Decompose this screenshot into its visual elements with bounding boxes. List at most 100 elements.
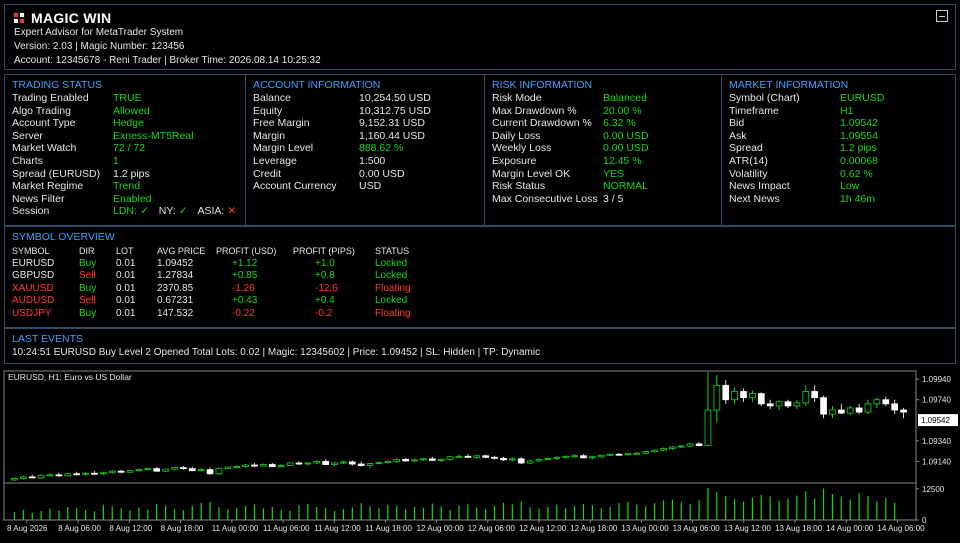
risk_info-value: 0.00 USD (603, 142, 649, 155)
y-tick-label: 1.09340 (922, 437, 951, 446)
cell-dir: Buy (79, 307, 97, 319)
market_info-value: 0.62 % (840, 167, 873, 180)
market_info-row: Symbol (Chart) EURUSD (729, 92, 954, 105)
candle-body (286, 462, 294, 466)
price-chart[interactable]: EURUSD, H1: Euro vs US Dollar 1.09940 1.09… (0, 369, 960, 540)
x-tick-label: 8 Aug 18:00 (161, 524, 204, 533)
account_info-row: Leverage 1:500 (253, 155, 483, 168)
candle-body (491, 456, 498, 459)
column-header: STATUS (375, 246, 410, 256)
account_info-label: Balance (253, 92, 291, 104)
candle-body (455, 455, 463, 458)
candlestick-chart-svg[interactable]: EURUSD, H1: Euro vs US Dollar 1.09940 1.09… (0, 369, 960, 540)
trading_status-label: Spread (EURUSD) (12, 167, 101, 180)
candle-body (731, 391, 738, 401)
candle-body (589, 456, 596, 459)
candle-body (624, 453, 632, 456)
market_info-row: Ask 1.09554 (729, 130, 954, 143)
candle-body (846, 407, 854, 414)
cell-lot: 0.01 (116, 307, 136, 319)
symbol-row[interactable]: EURUSD Buy 0.01 1.09452 +1.12 +1.0 Locked (12, 258, 435, 271)
cell-symbol: EURUSD (12, 257, 55, 269)
candle-body (46, 474, 54, 477)
candle-body (660, 448, 667, 451)
account-info-title: ACCOUNT INFORMATION (253, 79, 381, 91)
candle-body (677, 445, 685, 448)
risk_info-row: Current Drawdown % 6.32 % (492, 117, 722, 130)
candle-body (277, 465, 285, 467)
candle-body (446, 456, 454, 460)
cell-avg: 1.27834 (157, 270, 194, 282)
symbol-row[interactable]: USDJPY Buy 0.01 147.532 -0.22 -0.2 Floating (12, 308, 435, 321)
market-info-title: MARKET INFORMATION (729, 79, 849, 91)
x-tick-label: 11 Aug 18:00 (365, 524, 412, 533)
market_info-value: 1h 46m (840, 192, 876, 205)
candle-body (891, 403, 898, 411)
x-tick-label: 12 Aug 12:00 (519, 524, 567, 533)
x-tick-label: 13 Aug 06:00 (673, 524, 721, 533)
cell-avg: 0.67231 (157, 295, 194, 307)
candle-body (669, 446, 676, 449)
market-info-section: MARKET INFORMATION Symbol (Chart) EURUSD T… (722, 75, 955, 225)
y-tick-label: 1.09940 (922, 375, 951, 384)
x-tick-label: 8 Aug 12:00 (109, 524, 152, 533)
candle-body (126, 470, 134, 473)
x-tick-label: 12 Aug 18:00 (570, 524, 618, 533)
volume-tick-label: 12500 (922, 485, 945, 494)
header-panel: MAGIC WIN Expert Advisor for MetaTrader … (4, 4, 956, 70)
symbol-row[interactable]: GBPUSD Sell 0.01 1.27834 +0.85 +0.8 Locked (12, 270, 435, 283)
cell-status: Locked (375, 257, 408, 269)
candle-body (73, 473, 81, 476)
trading_status-row: Algo Trading Allowed (12, 105, 242, 118)
session-indicators: LDN: ✓ NY: ✓ ASIA: ✕ (113, 205, 246, 218)
x-tick-label: 8 Aug 2026 (7, 524, 48, 533)
session-name: LDN: (113, 205, 137, 218)
cell-pips: -12.6 (315, 282, 338, 294)
bid-price-label: 1.09542 (921, 416, 950, 425)
account_info-label: Leverage (253, 154, 297, 167)
x-tick-label: 8 Aug 06:00 (58, 524, 101, 533)
candle-body (180, 467, 187, 470)
app-subtitle: Expert Advisor for MetaTrader System (14, 27, 184, 38)
trading_status-label: Server (12, 129, 43, 142)
candle-body (188, 468, 196, 472)
minimize-button[interactable] (936, 10, 948, 22)
risk_info-row: Risk Mode Balanced (492, 92, 722, 105)
candle-body (100, 472, 107, 475)
candle-body (526, 460, 534, 464)
y-tick-label: 1.09140 (922, 457, 951, 466)
column-header: PROFIT (PIPS) (293, 246, 355, 256)
market_info-row: ATR(14) 0.00068 (729, 155, 954, 168)
candle-body (811, 391, 818, 399)
candle-body (704, 409, 712, 446)
candle-body (233, 466, 241, 468)
session-row: Session LDN: ✓ NY: ✓ ASIA: ✕ (12, 205, 242, 218)
candle-body (348, 461, 356, 465)
account_info-label: Margin (253, 129, 286, 142)
candle-body (695, 443, 703, 446)
candle-body (420, 458, 427, 461)
cell-dir: Buy (79, 257, 97, 269)
symbol-row[interactable]: XAUUSD Buy 0.01 2370.85 -1.26 -12.6 Floating (12, 283, 435, 296)
check-icon: ✓ (139, 205, 149, 218)
risk_info-label: Margin Level OK (492, 167, 571, 180)
candle-body (873, 399, 881, 405)
account_info-row: Margin Level 888.62 % (253, 142, 483, 155)
candle-body (740, 391, 747, 399)
symbol-row[interactable]: AUDUSD Sell 0.01 0.67231 +0.43 +0.4 Locked (12, 295, 435, 308)
candle-body (393, 458, 401, 462)
candle-body (153, 468, 161, 472)
candle-body (171, 467, 178, 470)
candle-body (322, 461, 329, 465)
risk_info-label: Current Drawdown % (492, 117, 592, 130)
trading_status-row: News Filter Enabled (12, 193, 242, 206)
account-info-list: Balance 10,254.50 USD Equity 10,312.75 USD F… (253, 92, 483, 193)
candle-body (197, 469, 205, 472)
candle-body (722, 384, 730, 401)
cell-lot: 0.01 (116, 270, 136, 282)
candle-body (597, 454, 605, 458)
candle-body (117, 470, 125, 473)
cell-symbol: AUDUSD (12, 295, 55, 307)
x-tick-label: 11 Aug 06:00 (263, 524, 310, 533)
cell-symbol: XAUUSD (12, 282, 54, 294)
